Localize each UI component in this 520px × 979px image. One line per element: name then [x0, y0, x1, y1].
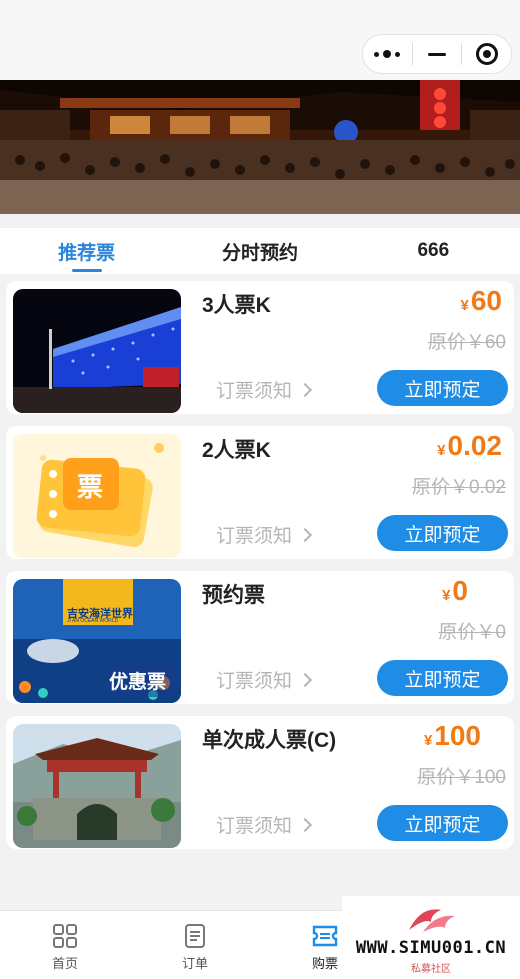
close-target-icon	[475, 43, 498, 65]
close-button[interactable]	[462, 35, 511, 73]
book-now-button[interactable]: 立即预定	[377, 805, 508, 841]
thumb-logo-subtext: JI AN OCEAN WORLD	[67, 618, 119, 624]
ticket-thumbnail	[13, 724, 181, 848]
original-price: 原价￥60	[427, 332, 506, 353]
more-icon	[374, 50, 401, 58]
notice-label: 订票须知	[216, 526, 293, 547]
original-price: 原价￥0	[438, 622, 506, 643]
chevron-right-icon	[297, 382, 313, 397]
ticket-price: ¥60	[461, 285, 503, 317]
price-value: 100	[434, 720, 481, 751]
book-now-button[interactable]: 立即预定	[377, 515, 508, 551]
book-now-button[interactable]: 立即预定	[377, 370, 508, 406]
tab-label: 推荐票	[58, 242, 116, 264]
booking-notice-link[interactable]: 订票须知	[216, 376, 313, 403]
chevron-right-icon	[297, 527, 313, 542]
booking-notice-link[interactable]: 订票须知	[216, 666, 313, 693]
minimize-button[interactable]	[413, 35, 462, 73]
ticket-name: 预约票	[202, 584, 265, 607]
mini-program-capsule	[362, 34, 512, 74]
ticket-name: 2人票K	[202, 439, 271, 462]
currency-symbol: ¥	[460, 297, 469, 314]
book-now-button[interactable]: 立即预定	[377, 660, 508, 696]
nav-label: 首页	[51, 956, 78, 971]
thumb-caption: 优惠票	[109, 672, 167, 693]
notice-label: 订票须知	[216, 671, 293, 692]
price-value: 0.02	[447, 430, 503, 461]
ticket-card[interactable]: 单次成人票(C) ¥100 原价￥100 订票须知 立即预定	[6, 716, 514, 849]
price-value: 60	[470, 285, 502, 316]
currency-symbol: ¥	[423, 732, 433, 749]
ticket-name: 单次成人票(C)	[202, 729, 337, 752]
ticket-thumbnail: 吉安海洋世界 JI AN OCEAN WORLD 优惠票	[13, 579, 181, 703]
ticket-thumbnail: 票	[13, 434, 181, 558]
chevron-right-icon	[297, 817, 313, 832]
ticket-thumbnail	[13, 289, 181, 413]
currency-symbol: ¥	[437, 442, 446, 459]
nav-label: 订单	[181, 956, 208, 971]
tab-label: 分时预约	[221, 242, 298, 264]
tab-666[interactable]: 666	[347, 228, 520, 274]
tab-underline	[71, 269, 102, 272]
nav-orders[interactable]: 订单	[130, 911, 260, 979]
ticket-price: ¥100	[424, 720, 481, 752]
watermark-logo	[409, 909, 455, 932]
document-icon	[185, 924, 205, 948]
original-price: 原价￥100	[417, 767, 506, 788]
status-bar	[0, 0, 520, 80]
ticket-card[interactable]: 3人票K ¥60 原价￥60 订票须知 立即预定	[6, 281, 514, 414]
notice-label: 订票须知	[216, 816, 293, 837]
ticket-thumb-text: 票	[77, 473, 104, 503]
booking-notice-link[interactable]: 订票须知	[216, 811, 313, 838]
ticket-card[interactable]: 票 2人票K ¥0.02 原价￥0.02 订票须知 立即预定	[6, 426, 514, 559]
original-price: 原价￥0.02	[412, 477, 506, 498]
notice-label: 订票须知	[216, 381, 293, 402]
tab-label: 666	[417, 240, 450, 261]
ticket-icon	[312, 925, 338, 947]
nav-home[interactable]: 首页	[0, 911, 130, 979]
ticket-price: ¥0.02	[437, 430, 502, 462]
ticket-tabs: 推荐票 分时预约 666	[0, 228, 520, 274]
tab-recommended[interactable]: 推荐票	[0, 228, 173, 274]
ticket-price: ¥0	[442, 575, 468, 607]
ticket-name: 3人票K	[202, 294, 271, 317]
more-button[interactable]	[363, 35, 412, 73]
watermark-text: WWW.SIMU001.CN	[355, 938, 507, 958]
minimize-icon	[428, 52, 446, 56]
ticket-card[interactable]: 吉安海洋世界 JI AN OCEAN WORLD 优惠票 预约票 ¥0 原价￥0…	[6, 571, 514, 704]
watermark-subtext: 私募社区	[411, 964, 451, 975]
booking-notice-link[interactable]: 订票须知	[216, 521, 313, 548]
price-value: 0	[452, 575, 468, 606]
grid-icon	[53, 924, 77, 948]
currency-symbol: ¥	[442, 587, 451, 604]
nav-label: 购票	[311, 956, 338, 971]
watermark: WWW.SIMU001.CN 私募社区	[342, 896, 520, 979]
chevron-right-icon	[297, 672, 313, 687]
tab-timed-reservation[interactable]: 分时预约	[173, 228, 346, 274]
banner-image[interactable]	[0, 80, 520, 214]
